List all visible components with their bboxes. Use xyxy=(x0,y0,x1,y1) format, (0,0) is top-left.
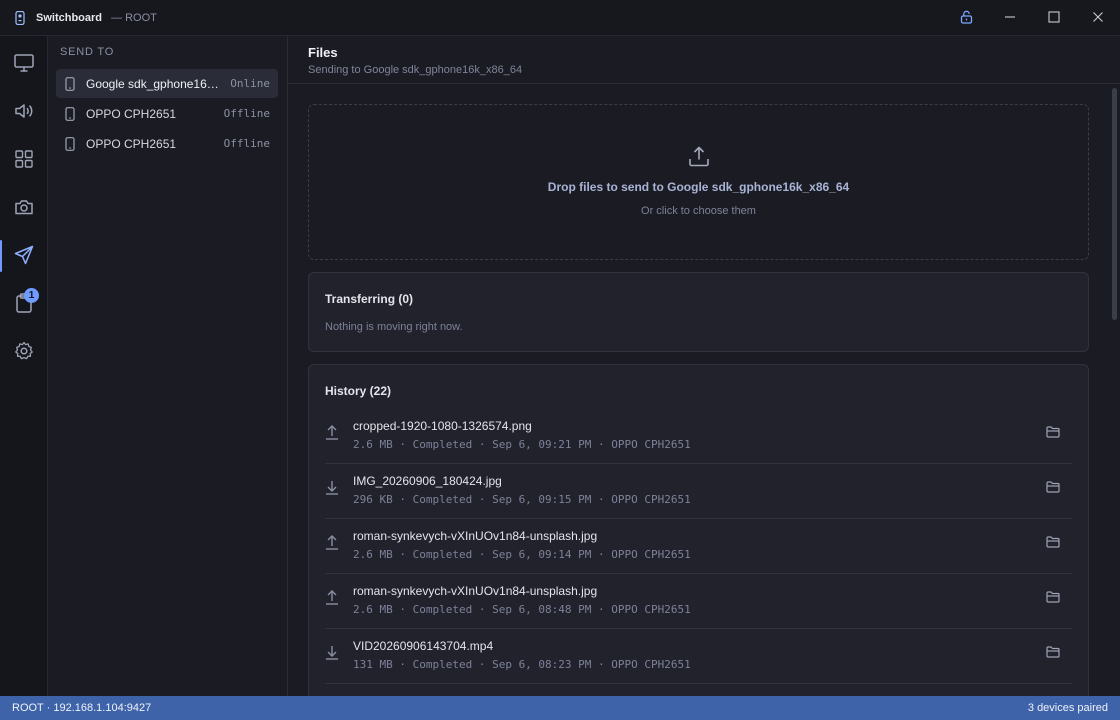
history-file-meta: 2.6 MB · Completed · Sep 6, 09:14 PM · O… xyxy=(353,548,691,561)
transferring-empty-text: Nothing is moving right now. xyxy=(325,321,463,333)
history-card: History (22) cropped-1920-1080-1326574.p… xyxy=(308,364,1089,696)
status-bar: ROOT · 192.168.1.104:9427 3 devices pair… xyxy=(0,696,1120,720)
send-icon xyxy=(14,245,34,268)
rail-item-clipboard[interactable]: 1 xyxy=(0,284,48,324)
rail-item-audio[interactable] xyxy=(0,92,48,132)
lock-icon xyxy=(960,10,973,27)
page-title: Files xyxy=(308,45,338,60)
device-item[interactable]: Google sdk_gphone16k... Online xyxy=(56,69,278,98)
rail-item-send-files[interactable] xyxy=(0,236,48,276)
dropzone-subtitle: Or click to choose them xyxy=(641,205,756,217)
device-name: OPPO CPH2651 xyxy=(86,106,177,121)
device-item[interactable]: OPPO CPH2651 Offline xyxy=(56,99,278,128)
app-subtitle: — ROOT xyxy=(111,11,157,24)
history-file-meta: 131 MB · Completed · Sep 6, 08:23 PM · O… xyxy=(353,658,691,671)
folder-icon[interactable] xyxy=(1046,536,1060,551)
paired-devices-count: 3 devices paired xyxy=(1027,702,1108,714)
rail-item-settings[interactable] xyxy=(0,332,48,372)
upload-arrow-icon xyxy=(325,424,339,443)
grid-icon xyxy=(15,149,33,171)
camera-icon xyxy=(14,198,34,219)
history-file-meta: 296 KB · Completed · Sep 6, 09:15 PM · O… xyxy=(353,493,691,506)
minimize-icon xyxy=(1004,11,1016,26)
download-arrow-icon xyxy=(325,479,339,498)
close-button[interactable] xyxy=(1076,0,1120,36)
device-status: Offline xyxy=(223,137,270,150)
device-status: Offline xyxy=(223,107,270,120)
settings-icon xyxy=(14,341,34,364)
phone-icon xyxy=(65,106,75,121)
history-row[interactable]: IMG_20260906_180424.jpg 296 KB · Complet… xyxy=(325,464,1072,519)
page-subtitle: Sending to Google sdk_gphone16k_x86_64 xyxy=(308,64,523,76)
folder-icon[interactable] xyxy=(1046,591,1060,606)
phone-icon xyxy=(65,136,75,151)
download-arrow-icon xyxy=(325,644,339,663)
window-controls xyxy=(944,0,1120,36)
upload-icon xyxy=(688,145,710,170)
scrollbar[interactable] xyxy=(1112,88,1117,320)
connection-address: ROOT · 192.168.1.104:9427 xyxy=(12,702,152,714)
upload-arrow-icon xyxy=(325,589,339,608)
device-name: Google sdk_gphone16k... xyxy=(86,76,221,91)
rail-item-display[interactable] xyxy=(0,44,48,84)
device-item[interactable]: OPPO CPH2651 Offline xyxy=(56,129,278,158)
rail-item-apps[interactable] xyxy=(0,140,48,180)
history-row[interactable]: VID20260906143704.mp4 131 MB · Completed… xyxy=(325,629,1072,684)
maximize-icon xyxy=(1048,10,1060,26)
history-file-name: IMG_20260906_180424.jpg xyxy=(353,474,502,488)
monitor-icon xyxy=(14,53,34,75)
rail-item-camera[interactable] xyxy=(0,188,48,228)
history-row[interactable]: cropped-1920-1080-1326574.png 2.6 MB · C… xyxy=(325,409,1072,464)
history-file-name: VID20260906143704.mp4 xyxy=(353,639,494,653)
send-to-heading: SEND TO xyxy=(60,46,115,58)
files-view: Files Sending to Google sdk_gphone16k_x8… xyxy=(288,36,1120,696)
folder-icon[interactable] xyxy=(1046,426,1060,441)
lock-button[interactable] xyxy=(944,0,988,36)
app-title: Switchboard xyxy=(36,11,103,24)
phone-icon xyxy=(65,76,75,91)
minimize-button[interactable] xyxy=(988,0,1032,36)
history-file-name: roman-synkevych-vXInUOv1n84-unsplash.jpg xyxy=(353,584,598,598)
remote-icon xyxy=(14,10,26,25)
file-dropzone[interactable]: Drop files to send to Google sdk_gphone1… xyxy=(308,104,1089,260)
files-header: Files Sending to Google sdk_gphone16k_x8… xyxy=(288,36,1120,84)
history-file-name: cropped-1920-1080-1326574.png xyxy=(353,419,532,433)
dropzone-title: Drop files to send to Google sdk_gphone1… xyxy=(547,180,850,194)
title-bar: Switchboard — ROOT xyxy=(0,0,1120,36)
close-icon xyxy=(1092,11,1104,26)
history-row[interactable]: roman-synkevych-vXInUOv1n84-unsplash.jpg… xyxy=(325,519,1072,574)
history-file-meta: 2.6 MB · Completed · Sep 6, 08:48 PM · O… xyxy=(353,603,691,616)
volume-icon xyxy=(14,102,34,123)
history-file-meta: 2.6 MB · Completed · Sep 6, 09:21 PM · O… xyxy=(353,438,691,451)
device-status: Online xyxy=(230,77,270,90)
folder-icon[interactable] xyxy=(1046,646,1060,661)
transferring-title: Transferring (0) xyxy=(325,292,414,306)
device-name: OPPO CPH2651 xyxy=(86,136,177,151)
clipboard-badge: 1 xyxy=(24,288,39,303)
upload-arrow-icon xyxy=(325,534,339,553)
history-file-name: roman-synkevych-vXInUOv1n84-unsplash.jpg xyxy=(353,529,598,543)
history-list: cropped-1920-1080-1326574.png 2.6 MB · C… xyxy=(325,409,1072,684)
history-title: History (22) xyxy=(325,384,392,398)
device-panel: SEND TO Google sdk_gphone16k... Online O… xyxy=(48,36,288,696)
maximize-button[interactable] xyxy=(1032,0,1076,36)
folder-icon[interactable] xyxy=(1046,481,1060,496)
transferring-card: Transferring (0) Nothing is moving right… xyxy=(308,272,1089,352)
nav-rail: 1 xyxy=(0,36,48,696)
history-row[interactable]: roman-synkevych-vXInUOv1n84-unsplash.jpg… xyxy=(325,574,1072,629)
